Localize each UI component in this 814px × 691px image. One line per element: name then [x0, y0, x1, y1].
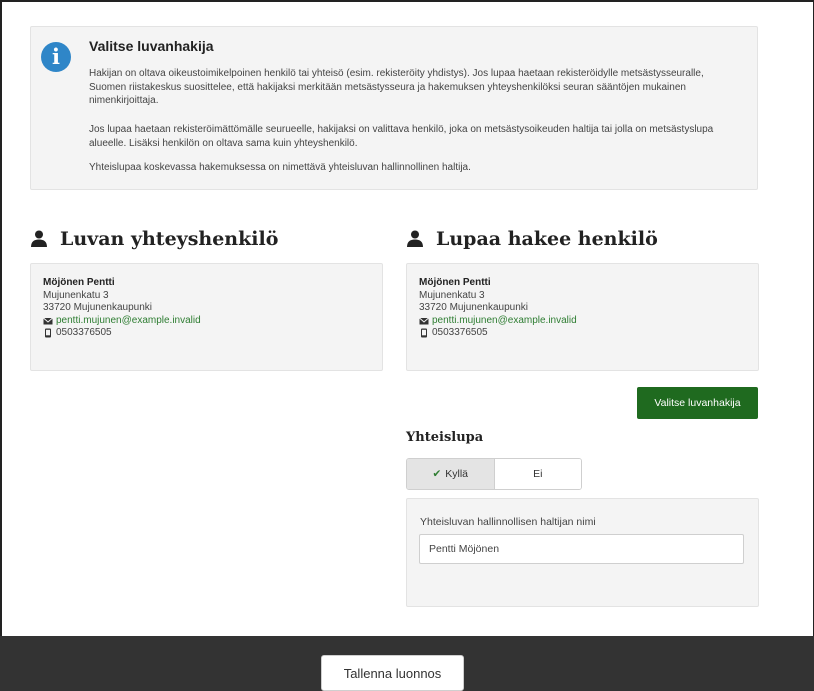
contact-street: Mujunenkatu 3: [43, 289, 109, 301]
applicant-name: Möjönen Pentti: [419, 277, 491, 288]
envelope-icon: [43, 317, 53, 325]
applicant-street: Mujunenkatu 3: [419, 289, 485, 301]
yhteislupa-toggle: ✔ Kyllä Ei: [406, 458, 582, 490]
save-draft-button[interactable]: Tallenna luonnos: [321, 655, 464, 691]
yhteislupa-option-yes[interactable]: ✔ Kyllä: [407, 459, 495, 489]
applicant-city: 33720 Mujunenkaupunki: [419, 302, 528, 313]
contact-city: 33720 Mujunenkaupunki: [43, 302, 152, 313]
yhteislupa-title: Yhteislupa: [406, 430, 484, 445]
info-paragraph: Jos lupaa haetaan rekisteröimättömälle s…: [89, 124, 714, 149]
contact-phone-row: 0503376505: [43, 327, 382, 340]
contact-card: Möjönen Pentti Mujunenkatu 3 33720 Mujun…: [30, 263, 383, 371]
info-paragraph: Yhteislupaa koskevassa hakemuksessa on n…: [89, 162, 471, 173]
phone-icon: [421, 328, 427, 338]
yhteislupa-holder-panel: Yhteisluvan hallinnollisen haltijan nimi: [406, 498, 759, 607]
yhteislupa-option-yes-label: Kyllä: [445, 468, 469, 480]
phone-icon: [45, 328, 51, 338]
applicant-card: Möjönen Pentti Mujunenkatu 3 33720 Mujun…: [406, 263, 759, 371]
yhteislupa-option-no[interactable]: Ei: [494, 459, 581, 489]
info-panel: i Valitse luvanhakija Hakijan on oltava …: [30, 26, 758, 190]
applicant-email-link[interactable]: pentti.mujunen@example.invalid: [419, 315, 758, 328]
applicant-section-heading: Lupaa hakee henkilö: [406, 228, 658, 250]
yhteislupa-option-no-label: Ei: [533, 468, 543, 480]
applicant-section-title: Lupaa hakee henkilö: [436, 228, 658, 250]
contact-email: pentti.mujunen@example.invalid: [56, 314, 201, 326]
contact-section-title: Luvan yhteyshenkilö: [60, 228, 279, 250]
holder-name-label: Yhteisluvan hallinnollisen haltijan nimi: [420, 516, 596, 528]
person-icon: [31, 230, 47, 247]
info-title: Valitse luvanhakija: [89, 38, 214, 54]
contact-section-heading: Luvan yhteyshenkilö: [30, 228, 278, 250]
info-icon: i: [41, 42, 71, 72]
contact-email-link[interactable]: pentti.mujunen@example.invalid: [43, 315, 382, 328]
info-paragraph: Hakijan on oltava oikeustoimikelpoinen h…: [89, 68, 704, 106]
applicant-phone-row: 0503376505: [419, 327, 758, 340]
select-applicant-button[interactable]: Valitse luvanhakija: [637, 387, 758, 419]
contact-phone: 0503376505: [56, 327, 112, 338]
contact-name: Möjönen Pentti: [43, 277, 115, 288]
applicant-phone: 0503376505: [432, 327, 488, 338]
applicant-email: pentti.mujunen@example.invalid: [432, 314, 577, 326]
checkmark-icon: ✔: [432, 468, 442, 480]
envelope-icon: [419, 317, 429, 325]
person-icon: [407, 230, 423, 247]
holder-name-input[interactable]: [419, 534, 744, 564]
